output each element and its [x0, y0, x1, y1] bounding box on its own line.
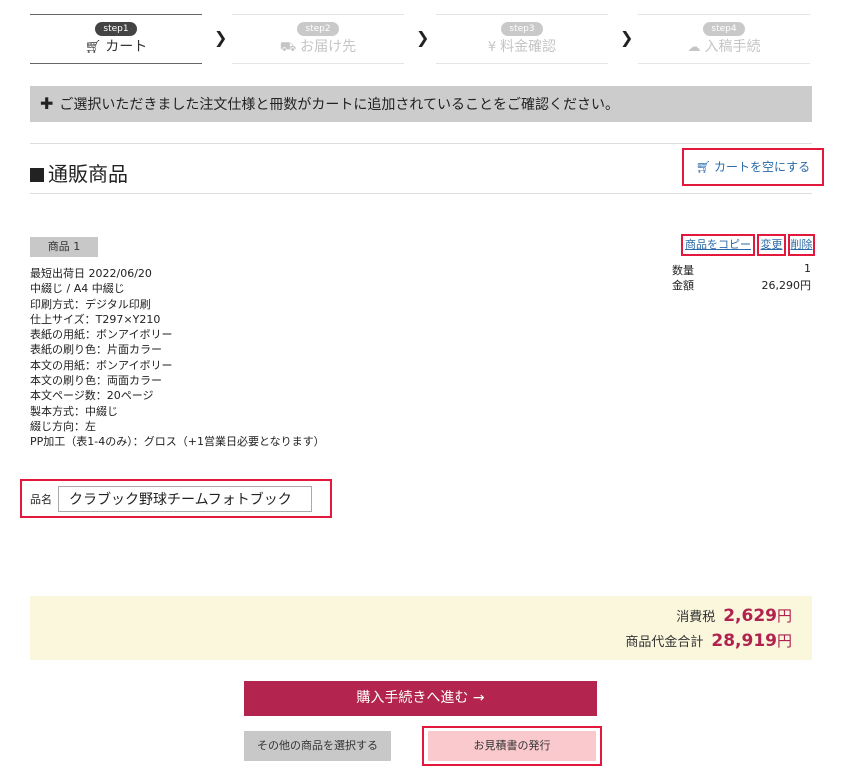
- tax-row: 消費税 2,629円: [676, 605, 792, 626]
- totals-panel: 消費税 2,629円 商品代金合計 28,919円: [30, 596, 812, 660]
- step-upload: step4 ☁ 入稿手続: [638, 14, 810, 64]
- cloud-upload-icon: ☁: [687, 40, 701, 55]
- copy-item-link[interactable]: 商品をコピー: [681, 234, 755, 256]
- yen-icon: ¥: [487, 40, 497, 55]
- spec-line: 印刷方式：デジタル印刷: [30, 297, 151, 311]
- spec-line: 中綴じ / A4 中綴じ: [30, 282, 125, 296]
- spec-line: 最短出荷日 2022/06/20: [30, 267, 152, 280]
- empty-cart-label: カートを空にする: [714, 160, 811, 174]
- step-label: 料金確認: [500, 39, 557, 55]
- quantity-label: 数量: [672, 264, 694, 277]
- delete-item-link[interactable]: 削除: [788, 234, 815, 256]
- spec-line: 製本方式：中綴じ: [30, 404, 118, 418]
- item-number-badge: 商品 1: [30, 237, 98, 257]
- product-name-input[interactable]: [58, 486, 312, 512]
- step-label: カート: [105, 39, 148, 55]
- checkout-steps: step1 🛒︎ カート ❯ step2 ⛟ お届け先 ❯ step3 ¥ 料金確認 …: [30, 14, 810, 64]
- amount-label: 金額: [672, 279, 694, 292]
- spec-line: 本文ページ数：20ページ: [30, 389, 154, 403]
- spec-line: 表紙の用紙：ボンアイボリー: [30, 328, 173, 342]
- select-other-products-button[interactable]: その他の商品を選択する: [244, 731, 391, 761]
- step-cart: step1 🛒︎ カート: [30, 14, 202, 64]
- spec-line: 本文の用紙：ボンアイボリー: [30, 358, 173, 372]
- step-price-confirm: step3 ¥ 料金確認: [436, 14, 608, 64]
- issue-estimate-button[interactable]: お見積書の発行: [428, 731, 596, 761]
- plus-icon: ✚: [40, 94, 54, 113]
- chevron-right-icon: ❯: [620, 28, 634, 47]
- total-unit: 円: [776, 632, 792, 650]
- step-number-badge: step1: [95, 22, 137, 36]
- cart-icon: 🛒︎: [695, 160, 712, 174]
- spec-line: 表紙の刷り色：片面カラー: [30, 343, 162, 357]
- step-label: 入稿手続: [704, 39, 761, 55]
- step-label: お届け先: [300, 39, 357, 55]
- tax-unit: 円: [776, 607, 792, 625]
- section-title: 通販商品: [30, 158, 128, 187]
- item-specs: 最短出荷日 2022/06/20 中綴じ / A4 中綴じ 印刷方式：デジタル印…: [30, 266, 325, 450]
- quantity-value: 1: [804, 262, 811, 275]
- step-number-badge: step3: [501, 22, 543, 36]
- step-number-badge: step2: [297, 22, 339, 36]
- divider: [30, 193, 812, 194]
- issue-estimate-button-frame: お見積書の発行: [422, 726, 602, 766]
- square-bullet-icon: [30, 168, 44, 182]
- total-value: 28,919: [711, 631, 777, 651]
- tax-value: 2,629: [723, 606, 777, 626]
- spec-line: 本文の刷り色：両面カラー: [30, 374, 162, 388]
- cart-notice-bar: ✚ ご選択いただきました注文仕様と冊数がカートに追加されていることをご確認ください…: [30, 86, 812, 122]
- chevron-right-icon: ❯: [416, 28, 430, 47]
- change-item-link[interactable]: 変更: [757, 234, 786, 256]
- amount-value: 26,290円: [761, 279, 812, 292]
- product-name-label: 品名: [30, 493, 52, 506]
- spec-line: PP加工（表1-4のみ）：グロス（+1営業日必要となります）: [30, 435, 325, 449]
- spec-line: 綴じ方向：左: [30, 419, 96, 433]
- spec-line: 仕上サイズ：T297×Y210: [30, 312, 161, 326]
- section-title-text: 通販商品: [48, 162, 128, 186]
- notice-text: ご選択いただきました注文仕様と冊数がカートに追加されていることをご確認ください。: [59, 97, 619, 113]
- proceed-to-checkout-button[interactable]: 購入手続きへ進む →: [244, 681, 597, 716]
- product-name-field-group: 品名: [20, 479, 332, 518]
- step-number-badge: step4: [703, 22, 745, 36]
- truck-icon: ⛟: [279, 40, 297, 55]
- empty-cart-button[interactable]: 🛒︎ カートを空にする: [682, 148, 824, 186]
- step-delivery: step2 ⛟ お届け先: [232, 14, 404, 64]
- tax-label: 消費税: [676, 610, 716, 625]
- total-label: 商品代金合計: [625, 635, 704, 650]
- cart-icon: 🛒︎: [84, 40, 102, 55]
- divider: [30, 143, 812, 144]
- chevron-right-icon: ❯: [214, 28, 228, 47]
- total-row: 商品代金合計 28,919円: [625, 630, 792, 651]
